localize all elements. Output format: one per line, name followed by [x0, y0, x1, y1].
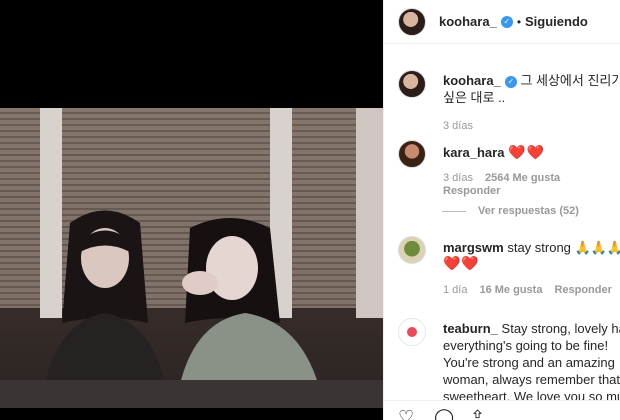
comment-line1: Stay strong, lovely hara [501, 321, 620, 336]
comment-time[interactable]: 3 días [443, 172, 473, 184]
comment-username[interactable]: teaburn_ [443, 321, 498, 336]
comment: teaburn_ Stay strong, lovely hara everyt… [398, 318, 620, 400]
view-replies-button[interactable]: Ver respuestas (52) [442, 205, 579, 217]
heart-outline-icon[interactable]: ♡ [398, 407, 414, 420]
caption-username[interactable]: koohara_ [443, 73, 501, 88]
comment-text: ❤️❤️ [508, 144, 545, 160]
comment-body: margswm stay strong 🙏🙏🙏 [443, 239, 620, 256]
caption-line2: 싶은 대로 .. [443, 90, 506, 105]
post-actions: ♡ ◯ ⇪ [384, 400, 620, 420]
verified-badge-icon: ✓ [504, 75, 517, 88]
caption: koohara_ ✓ 그 세상에서 진리가 싶은 대로 .. [398, 70, 620, 120]
comment-likes[interactable]: 2564 Me gusta [485, 172, 560, 184]
caption-line1: 그 세상에서 진리가 [520, 73, 620, 88]
post-sidebar: koohara_ ✓ • Siguiendo koohara_ ✓ 그 세상에서 … [383, 0, 620, 420]
comment-text: stay strong 🙏🙏🙏 [507, 240, 620, 255]
caption-time[interactable]: 3 días [443, 120, 473, 132]
comment-time[interactable]: 1 día [443, 284, 467, 296]
comment-username[interactable]: kara_hara [443, 145, 504, 160]
comment-line2: everything's going to be fine! [443, 338, 609, 353]
reply-button[interactable]: Responder [443, 185, 500, 197]
verified-badge-icon: ✓ [500, 15, 513, 28]
caption-text: koohara_ ✓ 그 세상에서 진리가 [443, 72, 620, 89]
table [0, 380, 383, 408]
post-header: koohara_ ✓ • Siguiendo [384, 0, 620, 44]
share-icon[interactable]: ⇪ [470, 407, 485, 420]
commenter-avatar[interactable] [398, 236, 426, 264]
reply-button[interactable]: Responder [554, 284, 611, 296]
person-left [40, 210, 170, 408]
comment-body: kara_hara ❤️❤️ [443, 144, 545, 161]
comment-line5: sweetheart. We love you so much [443, 389, 620, 400]
window-frame-right [356, 108, 383, 318]
comment-line4: woman, always remember that, [443, 372, 620, 387]
comment-username[interactable]: margswm [443, 240, 504, 255]
post-media [0, 0, 383, 420]
comment-meta: 3 días 2564 Me gusta [443, 172, 560, 184]
comment-line3: You're strong and an amazing [443, 355, 615, 370]
following-button[interactable]: Siguiendo [525, 14, 588, 29]
commenter-avatar[interactable] [398, 318, 426, 346]
post-photo[interactable] [0, 108, 383, 408]
comment-body: teaburn_ Stay strong, lovely hara [443, 320, 620, 337]
commenter-avatar[interactable] [398, 140, 426, 168]
comment-bubble-icon[interactable]: ◯ [434, 407, 454, 420]
author-avatar[interactable] [398, 7, 426, 36]
separator-dot: • [516, 14, 522, 29]
author-username[interactable]: koohara_ [439, 14, 497, 29]
person-right [175, 218, 325, 408]
comment-text-2: ❤️❤️ [443, 255, 480, 271]
caption-avatar[interactable] [398, 70, 426, 98]
comment-likes[interactable]: 16 Me gusta [479, 284, 542, 296]
comment-meta: 1 día 16 Me gusta Responder [443, 284, 612, 296]
